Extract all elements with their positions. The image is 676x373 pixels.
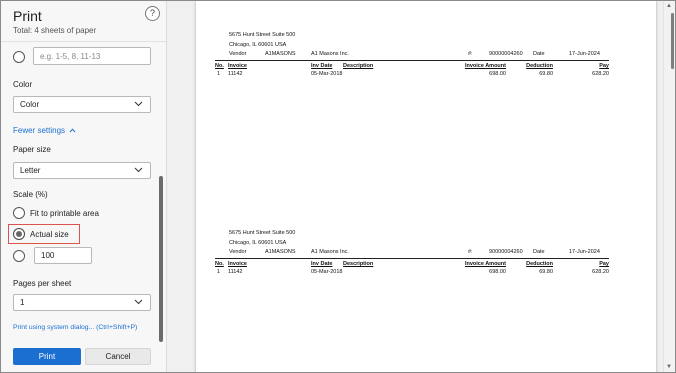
number-label: #:	[468, 51, 473, 57]
col-pay: Pay	[599, 261, 609, 267]
print-dialog: Print Total: 4 sheets of paper ? e.g. 1-…	[0, 0, 676, 373]
col-invoice-amount: Invoice Amount	[464, 63, 506, 69]
row-no: 1	[217, 269, 221, 275]
chevron-down-icon	[134, 167, 143, 173]
scroll-down-icon[interactable]: ▼	[666, 364, 672, 370]
date-value: 17-Jun-2024	[569, 51, 600, 57]
pages-per-sheet-label: Pages per sheet	[13, 279, 72, 288]
highlight-box	[8, 224, 80, 244]
sheet-count: Total: 4 sheets of paper	[13, 26, 97, 35]
vendor-label: Vendor	[229, 249, 247, 255]
address-line-2: Chicago, IL 60601 USA	[229, 240, 287, 246]
col-no: No.	[215, 63, 224, 69]
row-pay: 628.20	[592, 71, 609, 77]
print-settings-panel: Print Total: 4 sheets of paper ? e.g. 1-…	[1, 1, 167, 372]
date-label: Date	[533, 249, 545, 255]
header-divider	[1, 41, 166, 42]
address-line-2: Chicago, IL 60601 USA	[229, 42, 287, 48]
address-line-1: 5675 Hunt Street Suite 500	[229, 32, 296, 38]
preview-scroll-thumb[interactable]	[671, 13, 674, 69]
col-invoice-amount: Invoice Amount	[464, 261, 506, 267]
row-invoice: 11142	[228, 269, 243, 275]
pages-custom-input[interactable]: e.g. 1-5, 8, 11-13	[33, 47, 151, 65]
vendor-label: Vendor	[229, 51, 247, 57]
fewer-settings-label: Fewer settings	[13, 126, 66, 135]
row-pay: 628.20	[592, 269, 609, 275]
chevron-down-icon	[134, 101, 143, 107]
chevron-down-icon	[134, 299, 143, 305]
vendor-name: A1 Masons Inc.	[311, 249, 349, 255]
vendor-name: A1 Masons Inc.	[311, 51, 349, 57]
pages-per-sheet-value: 1	[20, 298, 25, 307]
row-deduction: 69.80	[539, 269, 553, 275]
help-icon[interactable]: ?	[145, 6, 160, 21]
col-deduction: Deduction	[526, 261, 553, 267]
cancel-button[interactable]: Cancel	[85, 348, 151, 365]
fewer-settings-link[interactable]: Fewer settings	[13, 126, 76, 135]
chevron-up-icon	[69, 128, 76, 133]
pages-custom-radio[interactable]	[13, 51, 25, 63]
scale-fit-label: Fit to printable area	[30, 209, 99, 218]
scale-label: Scale (%)	[13, 190, 48, 199]
settings-scrollbar[interactable]	[159, 176, 163, 342]
header-rule	[215, 60, 609, 61]
preview-scrollbar[interactable]	[663, 1, 675, 372]
vendor-code: A1MASONS	[265, 249, 296, 255]
scroll-up-icon[interactable]: ▲	[666, 3, 672, 9]
system-dialog-link[interactable]: Print using system dialog... (Ctrl+Shift…	[13, 324, 137, 331]
scale-custom-input[interactable]: 100	[34, 247, 92, 264]
row-no: 1	[217, 71, 221, 77]
paper-size-select[interactable]: Letter	[13, 162, 151, 179]
color-select-value: Color	[20, 100, 40, 109]
paper-size-value: Letter	[20, 166, 41, 175]
col-no: No.	[215, 261, 224, 267]
col-inv-date: Inv Date	[311, 63, 333, 69]
color-select[interactable]: Color	[13, 96, 151, 113]
print-button[interactable]: Print	[13, 348, 81, 365]
col-pay: Pay	[599, 63, 609, 69]
address-line-1: 5675 Hunt Street Suite 500	[229, 230, 296, 236]
row-invoice-amount: 698.00	[489, 269, 506, 275]
row-invoice-amount: 698.00	[489, 71, 506, 77]
number-label: #:	[468, 249, 473, 255]
col-invoice: Invoice	[228, 63, 247, 69]
number-value: 90000004260	[489, 249, 523, 255]
number-value: 90000004260	[489, 51, 523, 57]
dialog-title: Print	[13, 8, 42, 24]
date-value: 17-Jun-2024	[569, 249, 600, 255]
pages-per-sheet-select[interactable]: 1	[13, 294, 151, 311]
col-description: Description	[343, 63, 374, 69]
header-rule	[215, 258, 609, 259]
col-inv-date: Inv Date	[311, 261, 333, 267]
date-label: Date	[533, 51, 545, 57]
color-label: Color	[13, 80, 33, 89]
col-description: Description	[343, 261, 374, 267]
scale-custom-radio[interactable]	[13, 250, 25, 262]
col-deduction: Deduction	[526, 63, 553, 69]
col-invoice: Invoice	[228, 261, 247, 267]
scale-fit-radio[interactable]	[13, 207, 25, 219]
row-deduction: 69.80	[539, 71, 553, 77]
paper-size-label: Paper size	[13, 145, 51, 154]
row-invoice: 11142	[228, 71, 243, 77]
row-inv-date: 05-Mar-2018	[311, 269, 343, 275]
row-inv-date: 05-Mar-2018	[311, 71, 343, 77]
vendor-code: A1MASONS	[265, 51, 296, 57]
